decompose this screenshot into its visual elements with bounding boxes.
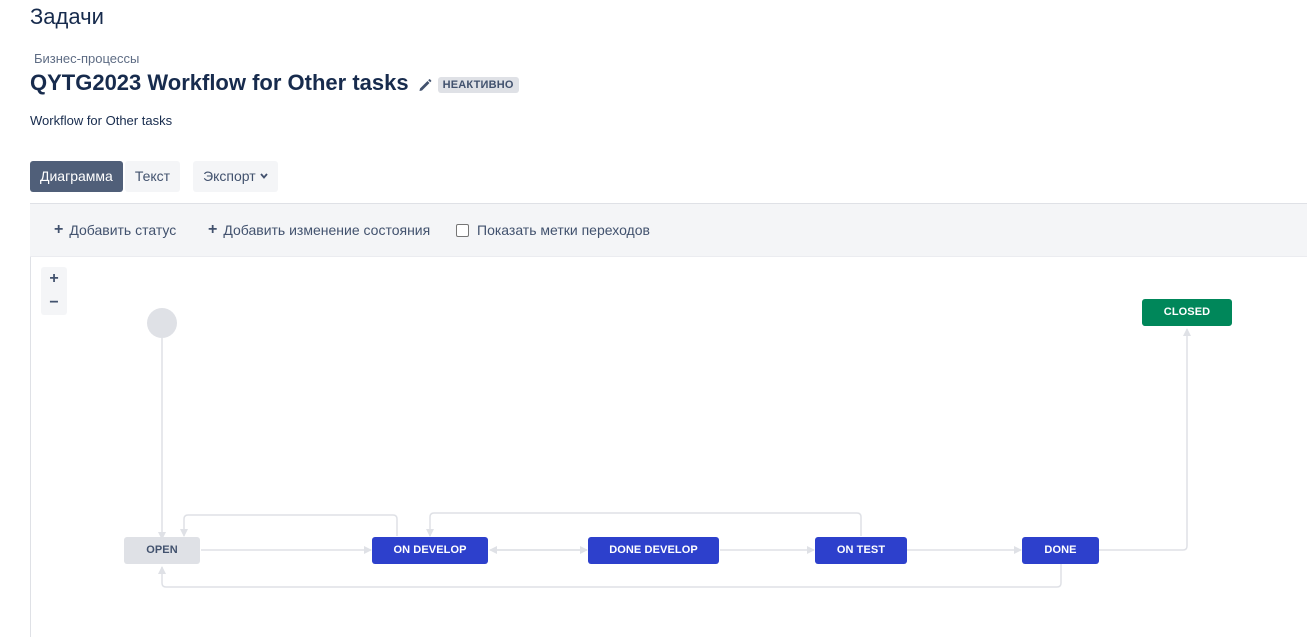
transition-lines	[158, 328, 1191, 588]
status-done[interactable]: DONE	[1022, 537, 1099, 564]
status-badge: НЕАКТИВНО	[437, 76, 519, 93]
export-button[interactable]: Экспорт	[193, 161, 278, 192]
tab-text[interactable]: Текст	[124, 161, 181, 192]
add-status-button[interactable]: + Добавить статус	[54, 221, 177, 239]
show-labels-label: Показать метки переходов	[477, 222, 650, 238]
show-transition-labels-toggle[interactable]: Показать метки переходов	[456, 222, 650, 238]
transition-done-closed	[1099, 328, 1191, 551]
transition-done-open	[158, 564, 1062, 588]
status-on-test[interactable]: ON TEST	[815, 537, 907, 564]
transition-ontest-ondevelop	[426, 512, 862, 537]
add-status-label: Добавить статус	[69, 222, 177, 238]
status-on-develop[interactable]: ON DEVELOP	[372, 537, 488, 564]
page-title: Задачи	[30, 4, 104, 29]
status-closed[interactable]: CLOSED	[1142, 299, 1232, 326]
export-label: Экспорт	[203, 168, 256, 184]
workflow-diagram-canvas[interactable]: + − OPEN ON DEVELOP DONE DEVELOP ON TEST…	[30, 257, 1307, 637]
tab-diagram[interactable]: Диаграмма	[30, 161, 123, 192]
view-switcher: Диаграмма Текст Экспорт	[30, 161, 278, 192]
chevron-down-icon	[259, 172, 268, 182]
workflow-header: QYTG2023 Workflow for Other tasks НЕАКТИ…	[30, 70, 519, 96]
plus-icon: +	[54, 221, 64, 238]
show-labels-checkbox[interactable]	[456, 223, 469, 237]
diagram-toolbar: + Добавить статус + Добавить изменение с…	[30, 203, 1307, 257]
breadcrumb[interactable]: Бизнес-процессы	[34, 51, 139, 66]
transition-ondevelop-open	[180, 514, 398, 537]
plus-icon: +	[208, 221, 218, 238]
start-node[interactable]	[147, 308, 177, 338]
add-transition-label: Добавить изменение состояния	[223, 222, 431, 238]
workflow-title: QYTG2023 Workflow for Other tasks	[30, 70, 409, 95]
status-open[interactable]: OPEN	[124, 537, 200, 564]
pencil-icon[interactable]	[417, 77, 433, 93]
status-done-develop[interactable]: DONE DEVELOP	[588, 537, 719, 564]
add-transition-button[interactable]: + Добавить изменение состояния	[208, 221, 431, 239]
workflow-description: Workflow for Other tasks	[30, 113, 173, 128]
